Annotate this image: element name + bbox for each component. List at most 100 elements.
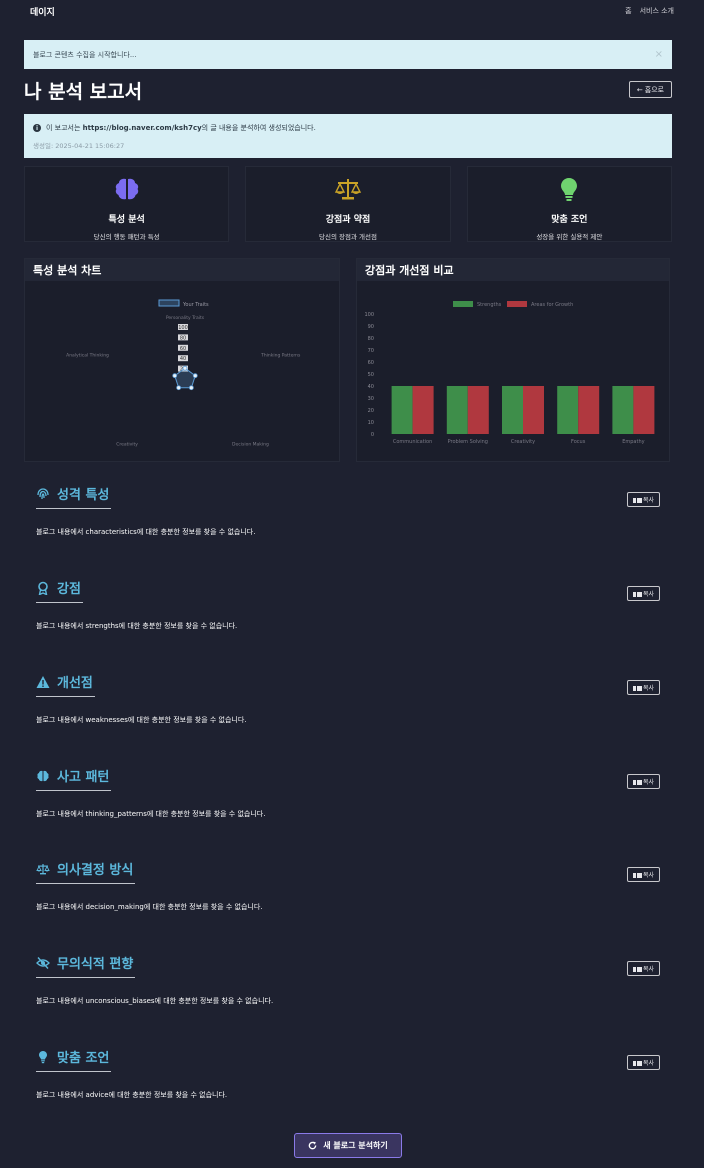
bar-chart-title: 강점과 개선점 비교 <box>357 259 669 281</box>
copy-icon <box>632 684 643 692</box>
section-body: 블로그 내용에서 advice에 대한 충분한 정보를 찾을 수 없습니다. <box>36 1091 228 1099</box>
tick-label: 40 <box>180 356 186 362</box>
copy-icon <box>632 871 643 879</box>
brain-icon <box>115 178 138 200</box>
warning-icon <box>36 675 50 688</box>
x-tick-label: Creativity <box>511 439 535 445</box>
copy-button[interactable]: 복사 <box>627 1055 660 1070</box>
section-title: 성격 특성 <box>57 488 110 503</box>
arrow-left-icon: ← <box>636 85 643 94</box>
feature-card-title: 강점과 약점 <box>325 215 371 225</box>
brand-logo[interactable]: 데이지 <box>30 5 55 18</box>
radar-chart-panel: 특성 분석 차트 Your Traits20406080100Personali… <box>24 258 340 462</box>
feature-card-advice: 맞춤 조언 성장을 위한 실용적 제안 <box>466 166 672 242</box>
copy-icon <box>632 965 643 973</box>
brain-icon <box>37 770 49 781</box>
section-advice: 맞춤 조언 블로그 내용에서 advice에 대한 충분한 정보를 찾을 수 없… <box>36 1047 660 1100</box>
blog-url: https://blog.naver.com/ksh7cy <box>82 124 202 132</box>
legend-label: Areas for Growth <box>531 302 573 308</box>
copy-button-label: 복사 <box>642 966 655 973</box>
section-weaknesses: 개선점 블로그 내용에서 weaknesses에 대한 충분한 정보를 찾을 수… <box>36 672 660 725</box>
x-tick-label: Focus <box>571 439 586 445</box>
copy-button[interactable]: 복사 <box>627 961 660 976</box>
section-body: 블로그 내용에서 thinking_patterns에 대한 충분한 정보를 찾… <box>36 810 266 818</box>
section-title: 강점 <box>57 582 81 597</box>
radar-category-label: Thinking Patterns <box>260 352 301 358</box>
y-tick-label: 50 <box>368 372 374 378</box>
feature-card-desc: 당신의 행동 패턴과 특성 <box>93 233 160 241</box>
home-button-label: 홈으로 <box>644 85 665 94</box>
nav-links: 홈 서비스 소개 <box>625 6 674 16</box>
copy-button[interactable]: 복사 <box>627 680 660 695</box>
y-tick-label: 60 <box>368 360 374 366</box>
feature-card-title: 맞춤 조언 <box>551 215 588 225</box>
copy-button-label: 복사 <box>642 872 655 879</box>
y-tick-label: 90 <box>368 324 374 330</box>
copy-button-label: 복사 <box>642 497 655 504</box>
copy-button[interactable]: 복사 <box>627 774 660 789</box>
status-alert: 블로그 콘텐츠 수집을 시작합니다... × <box>24 40 672 69</box>
copy-button-label: 복사 <box>642 1060 655 1067</box>
bar <box>612 386 634 434</box>
copy-button-label: 복사 <box>642 591 655 598</box>
close-icon[interactable]: × <box>655 49 663 60</box>
info-text: 이 보고서는 https://blog.naver.com/ksh7cy의 글 … <box>46 123 316 133</box>
section-title: 무의식적 편향 <box>57 957 134 972</box>
award-icon <box>38 581 48 595</box>
section-body: 블로그 내용에서 strengths에 대한 충분한 정보를 찾을 수 없습니다… <box>36 622 238 630</box>
fingerprint-icon <box>37 487 49 499</box>
y-tick-label: 40 <box>368 384 374 390</box>
feature-card-desc: 성장을 위한 실용적 제안 <box>536 233 603 241</box>
lightbulb-icon <box>39 1050 47 1063</box>
radar-category-label: Analytical Thinking <box>66 352 109 358</box>
page-title: 나 분석 보고서 <box>24 81 143 103</box>
radar-category-label: Personality Traits <box>166 315 205 321</box>
legend-swatch <box>453 301 473 307</box>
legend-swatch <box>507 301 527 307</box>
feature-card-strengths: 강점과 약점 당신의 장점과 개선점 <box>245 166 451 242</box>
section-decision-making: 의사결정 방식 블로그 내용에서 decision_making에 대한 충분한… <box>36 859 660 912</box>
section-body: 블로그 내용에서 decision_making에 대한 충분한 정보를 찾을 … <box>36 903 263 911</box>
section-title: 의사결정 방식 <box>57 863 134 878</box>
copy-button[interactable]: 복사 <box>627 586 660 601</box>
refresh-icon <box>308 1141 317 1150</box>
bar <box>502 386 523 434</box>
y-tick-label: 20 <box>368 408 374 414</box>
bar <box>467 386 489 434</box>
section-body: 블로그 내용에서 unconscious_biases에 대한 충분한 정보를 … <box>36 997 274 1005</box>
tick-label: 80 <box>180 335 186 341</box>
copy-button[interactable]: 복사 <box>627 867 660 882</box>
y-tick-label: 100 <box>364 312 374 318</box>
bar <box>391 386 413 434</box>
y-tick-label: 10 <box>368 420 374 426</box>
nav-about-link[interactable]: 서비스 소개 <box>640 6 674 16</box>
section-title: 맞춤 조언 <box>57 1051 110 1066</box>
copy-icon <box>632 1059 643 1067</box>
section-characteristics: 성격 특성 블로그 내용에서 characteristics에 대한 충분한 정… <box>36 484 660 537</box>
copy-button-label: 복사 <box>642 779 655 786</box>
home-button[interactable]: ← 홈으로 <box>629 81 672 98</box>
new-analysis-button[interactable]: 새 블로그 분석하기 <box>294 1133 402 1158</box>
legend-swatch <box>158 299 180 307</box>
section-title: 개선점 <box>57 676 93 691</box>
copy-icon <box>632 590 643 598</box>
feature-card-desc: 당신의 장점과 개선점 <box>319 233 377 241</box>
copy-icon <box>632 778 643 786</box>
bar <box>523 386 544 434</box>
radar-category-label: Decision Making <box>232 442 269 448</box>
section-body: 블로그 내용에서 weaknesses에 대한 충분한 정보를 찾을 수 없습니… <box>36 716 247 724</box>
info-suffix: 의 글 내용을 분석하여 생성되었습니다. <box>201 124 316 132</box>
y-tick-label: 70 <box>368 348 374 354</box>
balance-scale-icon <box>334 179 362 200</box>
lightbulb-icon <box>561 178 578 201</box>
feature-card-traits: 특성 분석 당신의 행동 패턴과 특성 <box>24 166 230 242</box>
y-tick-label: 80 <box>368 336 374 342</box>
copy-icon <box>632 496 643 504</box>
bar <box>557 386 579 434</box>
section-body: 블로그 내용에서 characteristics에 대한 충분한 정보를 찾을 … <box>36 528 256 536</box>
bar <box>412 386 434 434</box>
nav-home-link[interactable]: 홈 <box>625 6 631 16</box>
copy-button[interactable]: 복사 <box>627 492 660 507</box>
radar-chart-title: 특성 분석 차트 <box>25 259 339 281</box>
info-prefix: 이 보고서는 <box>46 124 81 132</box>
